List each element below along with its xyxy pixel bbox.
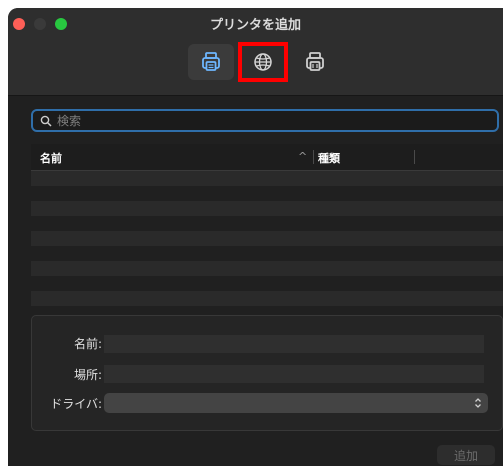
name-field[interactable]	[104, 335, 484, 353]
list-row	[31, 261, 503, 276]
search-input[interactable]	[57, 113, 497, 128]
printer-details-form: 名前: 場所: ドライバ:	[31, 315, 503, 431]
list-row	[31, 291, 503, 306]
ip-printer-tab[interactable]	[238, 42, 288, 82]
toolbar: プリンタを追加	[8, 8, 503, 96]
driver-select[interactable]	[104, 393, 488, 413]
windows-printer-tab[interactable]	[292, 44, 338, 80]
location-label: 場所:	[73, 368, 102, 382]
list-row	[31, 171, 503, 186]
add-printer-window: プリンタを追加 検索 名前 ^ 種類 名前: 場所: ドライバ: 追加	[8, 8, 503, 466]
column-divider	[313, 150, 314, 164]
list-header: 名前 ^ 種類	[31, 144, 503, 171]
list-row	[31, 246, 503, 261]
add-button[interactable]: 追加	[437, 445, 495, 465]
name-label: 名前:	[73, 337, 102, 351]
search-icon	[40, 115, 52, 127]
location-field[interactable]	[104, 365, 484, 383]
list-row	[31, 216, 503, 231]
sort-indicator-icon: ^	[298, 150, 308, 163]
window-title: プリンタを追加	[209, 18, 301, 33]
column-header-kind[interactable]: 種類	[318, 150, 340, 166]
list-row	[31, 276, 503, 291]
driver-label: ドライバ:	[50, 397, 102, 411]
column-header-name[interactable]: 名前	[40, 150, 62, 166]
list-row	[31, 231, 503, 246]
list-row	[31, 201, 503, 216]
windows-printer-icon	[306, 52, 324, 71]
globe-icon	[254, 53, 272, 71]
search-field[interactable]	[31, 109, 499, 132]
list-row	[31, 186, 503, 201]
printer-list[interactable]: 名前 ^ 種類	[31, 144, 503, 309]
column-divider	[414, 150, 415, 164]
default-printer-icon	[202, 52, 220, 71]
default-printers-tab[interactable]	[188, 44, 234, 80]
chevron-updown-icon	[475, 398, 481, 408]
list-row	[31, 306, 503, 309]
